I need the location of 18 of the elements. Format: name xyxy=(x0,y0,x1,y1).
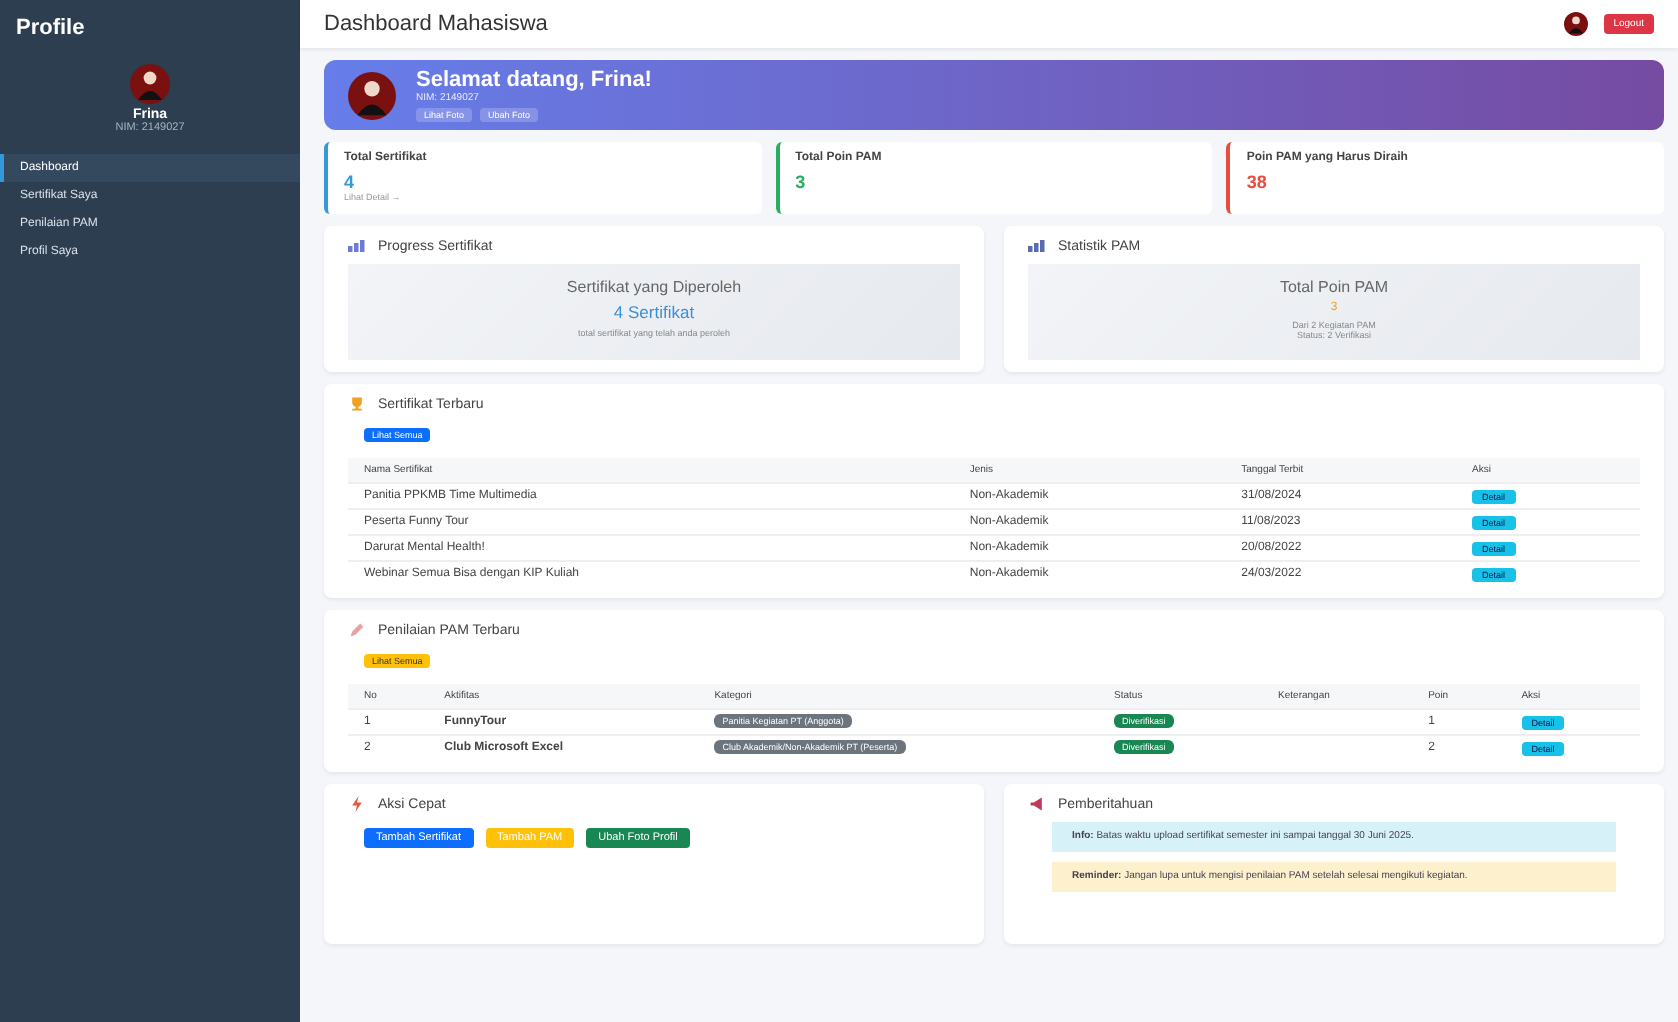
chart-icon xyxy=(1028,238,1046,254)
bolt-icon xyxy=(348,796,366,812)
stat-value: 38 xyxy=(1246,172,1269,192)
page-title: Dashboard Mahasiswa xyxy=(324,12,548,36)
avatar-icon xyxy=(1563,12,1588,36)
greeting: Selamat datang, Frina! xyxy=(416,68,652,92)
megaphone-icon xyxy=(1028,796,1046,812)
avatar-icon xyxy=(130,64,170,104)
trophy-icon xyxy=(348,396,366,412)
pencil-icon xyxy=(348,622,366,638)
sidebar-title: Profile xyxy=(14,14,87,44)
stat-value: 4 xyxy=(344,172,357,192)
stat-value: 3 xyxy=(795,172,808,192)
summary-heading: Total Poin PAM xyxy=(1277,278,1391,296)
summary-heading: Sertifikat yang Diperoleh xyxy=(564,278,744,296)
avatar-icon xyxy=(348,71,396,119)
summary-value: 4 Sertifikat xyxy=(611,302,697,322)
chart-icon xyxy=(348,238,366,254)
